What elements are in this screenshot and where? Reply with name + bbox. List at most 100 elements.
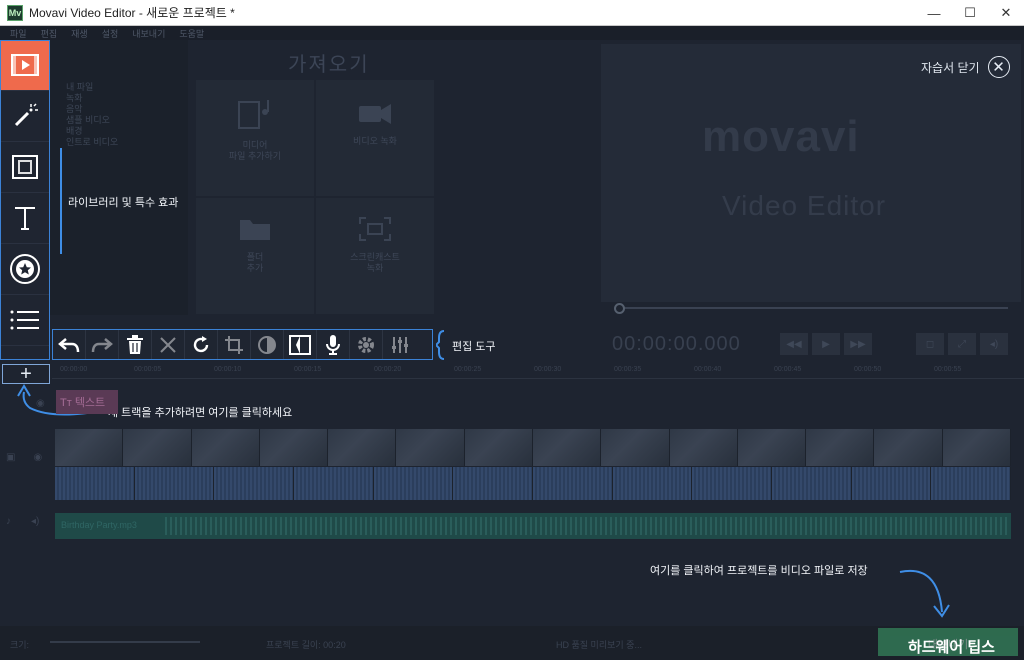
next-frame-button[interactable]: ▶▶	[844, 333, 872, 355]
title-bar: Mv Movavi Video Editor - 새로운 프로젝트 * — ☐ …	[0, 0, 1024, 26]
video-clip[interactable]	[601, 429, 670, 466]
video-clip[interactable]	[259, 429, 329, 466]
minimize-button[interactable]: —	[916, 0, 952, 26]
audio-segment[interactable]	[533, 467, 613, 500]
sticker-star-icon	[10, 254, 40, 284]
sidebar-item-more[interactable]	[0, 295, 50, 346]
screencast-tile[interactable]: 스크린캐스트 녹화	[316, 198, 434, 314]
audio-segment[interactable]	[134, 467, 215, 500]
window-title: Movavi Video Editor - 새로운 프로젝트 *	[29, 6, 235, 20]
ruler-tick: 00:00:55	[934, 366, 962, 373]
library-category[interactable]: 녹화	[66, 93, 118, 104]
undo-button[interactable]	[53, 330, 86, 359]
record-voice-button[interactable]	[317, 330, 350, 359]
crop-button[interactable]	[218, 330, 251, 359]
media-import-icon	[11, 54, 39, 76]
clip-settings-button[interactable]	[350, 330, 383, 359]
color-adjust-icon	[258, 335, 276, 354]
audio-properties-button[interactable]	[383, 330, 416, 359]
ruler-tick: 00:00:25	[454, 366, 482, 373]
fullscreen-button[interactable]: ⤢	[948, 333, 976, 355]
sidebar-item-import[interactable]	[0, 40, 50, 91]
audio-segment[interactable]	[612, 467, 693, 500]
snapshot-button[interactable]: ◻	[916, 333, 944, 355]
close-tutorial-button[interactable]: 자습서 닫기 ✕	[921, 56, 1010, 78]
video-clip[interactable]	[396, 429, 465, 466]
clip-audio-track[interactable]	[55, 467, 1012, 500]
library-category[interactable]: 샘플 비디오	[66, 115, 118, 126]
zoom-slider[interactable]	[50, 641, 200, 643]
video-clip[interactable]	[942, 429, 1011, 466]
menu-export[interactable]: 내보내기	[132, 27, 165, 40]
menu-playback[interactable]: 재생	[71, 27, 88, 40]
ruler-tick: 00:00:05	[134, 366, 162, 373]
preview-scrub-bar[interactable]	[618, 307, 1008, 309]
audio-segment[interactable]	[55, 467, 135, 500]
rotate-button[interactable]	[185, 330, 218, 359]
settings-icon	[358, 336, 374, 353]
sidebar-item-transitions[interactable]	[0, 142, 50, 193]
music-track[interactable]: Birthday Party.mp3	[55, 513, 1011, 539]
video-clip[interactable]	[532, 429, 602, 466]
timeline-ruler[interactable]: 00:00:00 00:00:05 00:00:10 00:00:15 00:0…	[52, 363, 1024, 379]
import-heading: 가져오기	[288, 54, 370, 76]
timecode-display: 00:00:00.000	[612, 333, 741, 355]
audio-segment[interactable]	[772, 467, 852, 500]
volume-button[interactable]: ◂)	[980, 333, 1008, 355]
menu-edit[interactable]: 편집	[41, 27, 58, 40]
video-track[interactable]	[55, 429, 1011, 466]
audio-segment[interactable]	[373, 467, 454, 500]
scrub-handle[interactable]	[614, 303, 625, 314]
menu-settings[interactable]: 설정	[102, 27, 119, 40]
transition-button[interactable]	[284, 330, 317, 359]
color-adjust-button[interactable]	[251, 330, 284, 359]
magic-wand-icon	[14, 103, 38, 127]
camera-icon	[359, 104, 391, 124]
video-clip[interactable]	[464, 429, 533, 466]
audio-segment[interactable]	[453, 467, 534, 500]
library-category[interactable]: 인트로 비디오	[66, 137, 118, 148]
sidebar-item-titles[interactable]	[0, 193, 50, 244]
library-category[interactable]: 내 파일	[66, 82, 118, 93]
audio-segment[interactable]	[294, 467, 374, 500]
title-track-controls[interactable]: ◉	[6, 398, 50, 409]
audio-segment[interactable]	[851, 467, 932, 500]
video-clip[interactable]	[806, 429, 875, 466]
video-clip[interactable]	[123, 429, 192, 466]
add-folder-tile[interactable]: 폴더 추가	[196, 198, 314, 314]
status-bar: 크기: 프로젝트 길이: 00:20 HD 품질 미리보기 중...	[0, 626, 1024, 660]
record-video-tile[interactable]: 비디오 녹화	[316, 80, 434, 196]
maximize-button[interactable]: ☐	[952, 0, 988, 26]
add-media-files-tile[interactable]: 미디어 파일 추가하기	[196, 80, 314, 196]
add-track-button[interactable]: +	[2, 364, 50, 384]
audio-segment[interactable]	[692, 467, 773, 500]
audio-segment[interactable]	[214, 467, 295, 500]
library-category[interactable]: 배경	[66, 126, 118, 137]
scale-label: 크기:	[10, 640, 30, 650]
video-clip[interactable]	[191, 429, 260, 466]
tile-label: 스크린캐스트 녹화	[350, 252, 400, 273]
video-clip[interactable]	[737, 429, 807, 466]
menu-help[interactable]: 도움말	[179, 27, 204, 40]
prev-frame-button[interactable]: ◀◀	[780, 333, 808, 355]
play-button[interactable]: ▶	[812, 333, 840, 355]
close-window-button[interactable]: ✕	[988, 0, 1024, 26]
video-clip[interactable]	[874, 429, 943, 466]
video-clip[interactable]	[55, 429, 124, 466]
sidebar-item-stickers[interactable]	[0, 244, 50, 295]
annotation-library-effects: 라이브러리 및 특수 효과	[68, 197, 179, 209]
title-clip[interactable]: Tт 텍스트	[56, 390, 118, 414]
music-track-controls[interactable]: ♪ ◂)	[6, 516, 50, 527]
video-clip[interactable]	[328, 429, 397, 466]
library-category[interactable]: 음악	[66, 104, 118, 115]
audio-segment[interactable]	[931, 467, 1012, 500]
redo-button[interactable]	[86, 330, 119, 359]
video-track-controls[interactable]: ▣ ◉	[6, 452, 50, 463]
delete-button[interactable]	[119, 330, 152, 359]
menu-file[interactable]: 파일	[10, 27, 27, 40]
video-clip[interactable]	[669, 429, 738, 466]
cut-button[interactable]	[152, 330, 185, 359]
sidebar-item-effects[interactable]	[0, 91, 50, 142]
library-bracket	[60, 148, 62, 254]
ruler-tick: 00:00:50	[854, 366, 882, 373]
